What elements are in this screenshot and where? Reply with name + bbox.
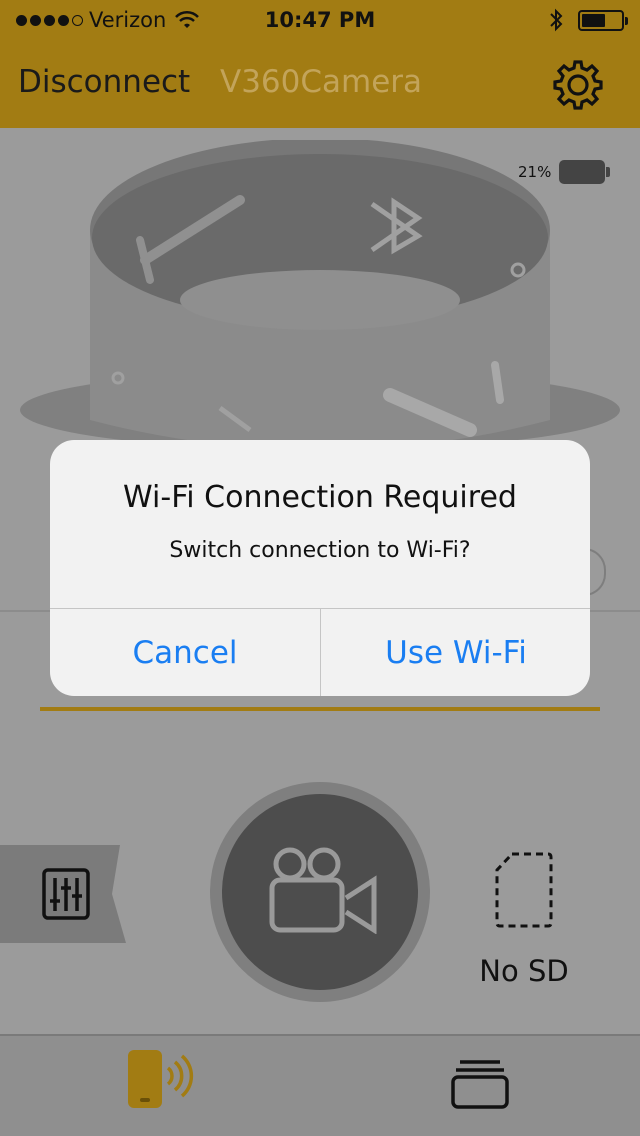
bluetooth-icon <box>550 8 563 32</box>
progress-line <box>40 707 600 711</box>
alert-title: Wi-Fi Connection Required <box>123 480 517 515</box>
video-camera-icon <box>269 847 377 934</box>
camera-connect-icon[interactable] <box>124 1046 196 1110</box>
gear-icon[interactable] <box>551 58 605 112</box>
sliders-icon[interactable] <box>42 868 90 920</box>
clock: 10:47 PM <box>264 8 376 32</box>
use-wifi-button[interactable]: Use Wi-Fi <box>321 609 590 696</box>
phone-battery-icon <box>578 10 628 31</box>
gallery-icon[interactable] <box>450 1058 510 1110</box>
disconnect-button[interactable]: Disconnect <box>18 64 190 100</box>
nav-title: V360Camera <box>220 64 423 100</box>
tab-bar <box>0 1034 640 1136</box>
wifi-alert-dialog: Wi-Fi Connection Required Switch connect… <box>50 440 590 696</box>
camera-ring-image <box>20 140 620 450</box>
status-bar: Verizon 10:47 PM <box>0 0 640 40</box>
cancel-button[interactable]: Cancel <box>50 609 320 696</box>
sd-status-label: No SD <box>479 954 569 988</box>
alert-message: Switch connection to Wi-Fi? <box>169 538 471 563</box>
sd-card-icon <box>495 852 553 928</box>
